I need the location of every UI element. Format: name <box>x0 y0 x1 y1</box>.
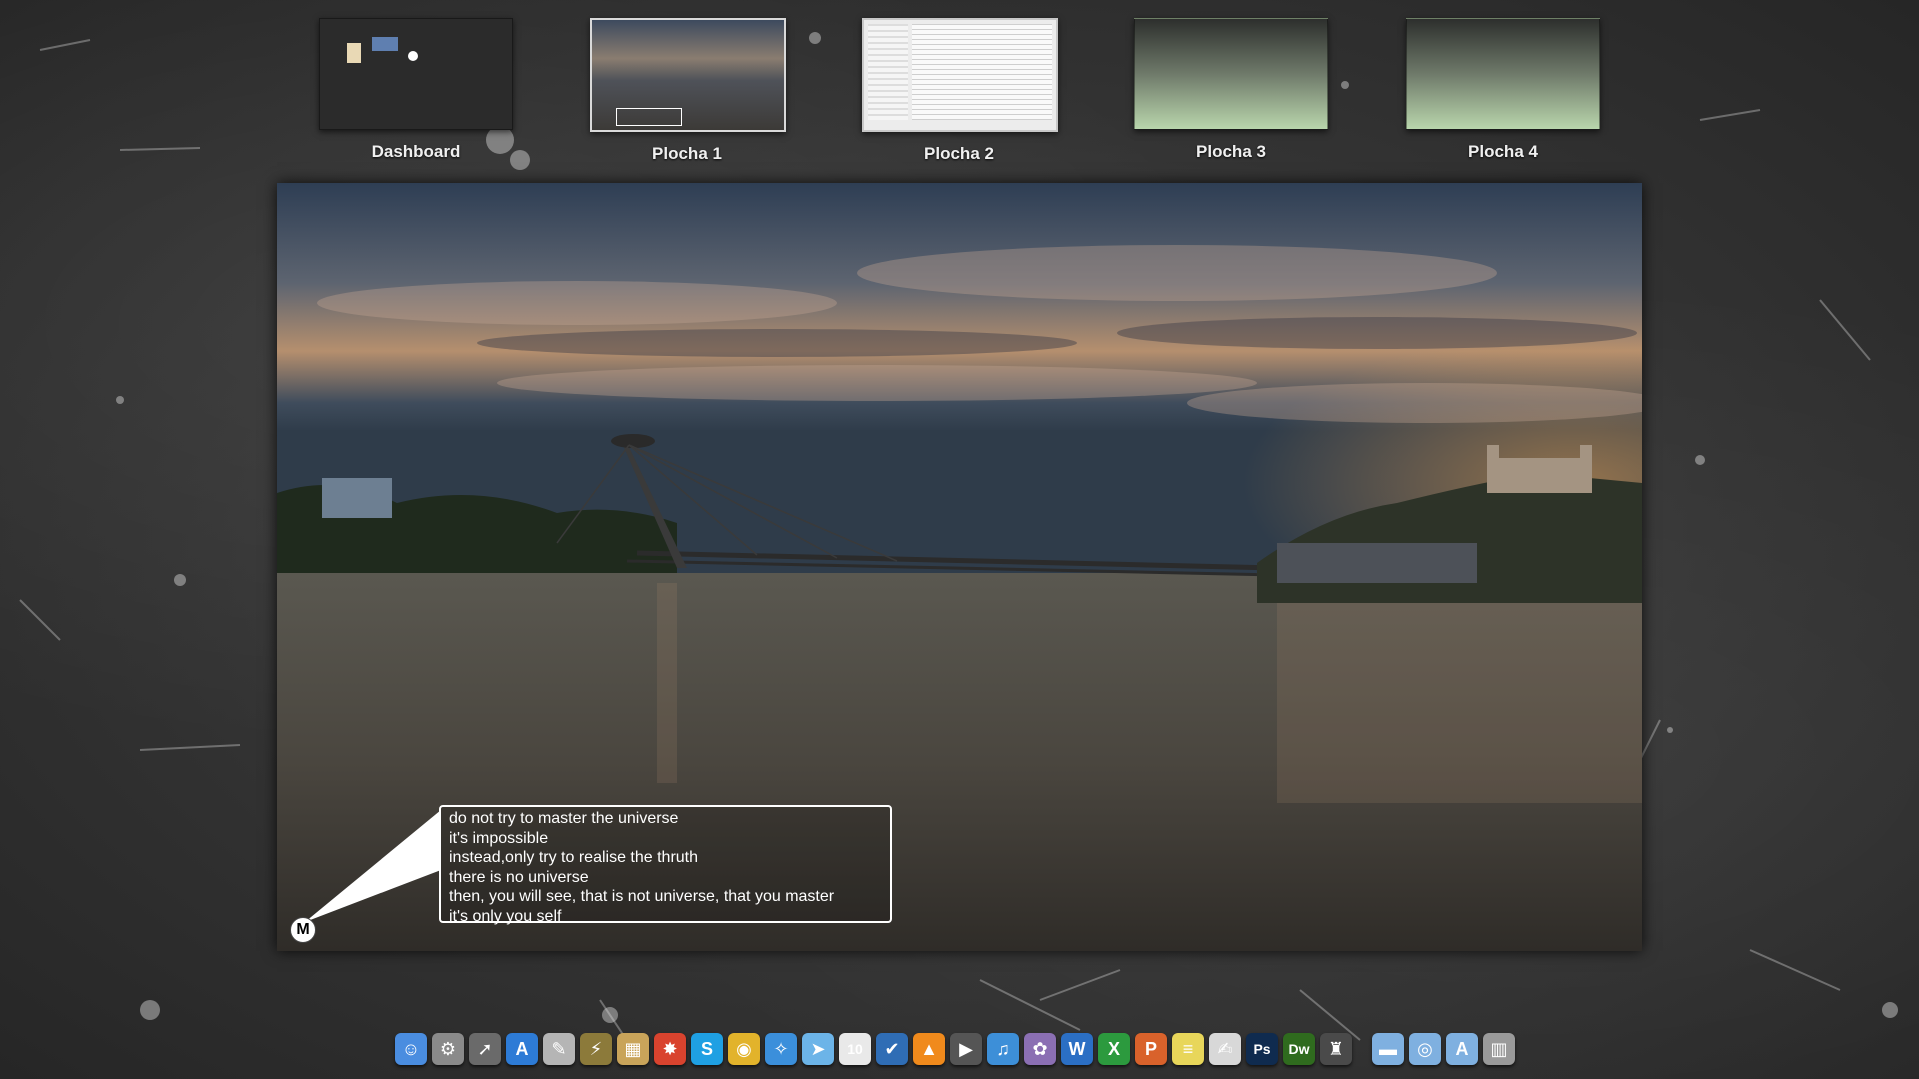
dreamweaver-icon[interactable]: Dw <box>1283 1033 1315 1065</box>
powerpoint-icon-glyph: P <box>1144 1038 1157 1059</box>
itunes-icon[interactable]: ♫ <box>987 1033 1019 1065</box>
quote-line: it's impossible <box>449 829 549 847</box>
photo-icon-glyph: ✿ <box>1032 1038 1048 1059</box>
quote-line: there is no universe <box>449 868 589 886</box>
skype-icon-glyph: S <box>700 1038 713 1059</box>
tasks-icon-glyph: ✔ <box>884 1038 900 1059</box>
dvd-player-icon[interactable]: ▶ <box>950 1033 982 1065</box>
launchpad-icon[interactable]: ➚ <box>469 1033 501 1065</box>
downloads-folder-icon-glyph: A <box>1455 1038 1469 1059</box>
quote-line: instead,only try to realise the thruth <box>449 849 699 866</box>
trash-icon-glyph: ▥ <box>1490 1038 1508 1059</box>
word-icon[interactable]: W <box>1061 1033 1093 1065</box>
script-editor-icon[interactable]: ✎ <box>543 1033 575 1065</box>
quote-line: then, you will see, that is not universe… <box>449 888 835 905</box>
star-app-icon-glyph: ✸ <box>662 1038 678 1059</box>
documents-folder-icon[interactable]: ◎ <box>1409 1033 1441 1065</box>
documents-folder-icon-glyph: ◎ <box>1417 1038 1433 1059</box>
stickies-icon[interactable]: ≡ <box>1172 1033 1204 1065</box>
skype-icon[interactable]: S <box>691 1033 723 1065</box>
powerpoint-icon[interactable]: P <box>1135 1033 1167 1065</box>
word-icon-glyph: W <box>1068 1038 1086 1059</box>
photo-icon[interactable]: ✿ <box>1024 1033 1056 1065</box>
dvd-player-icon-glyph: ▶ <box>959 1038 973 1059</box>
photoshop-icon[interactable]: Ps <box>1246 1033 1278 1065</box>
finder-icon-glyph: ☺ <box>401 1038 421 1059</box>
avatar-icon: M <box>290 917 316 943</box>
robot-icon[interactable]: ♜ <box>1320 1033 1352 1065</box>
stickies-icon-glyph: ≡ <box>1182 1038 1194 1059</box>
script-editor-icon-glyph: ✎ <box>551 1038 567 1059</box>
excel-icon-glyph: X <box>1107 1038 1120 1059</box>
mail-icon[interactable]: ➤ <box>802 1033 834 1065</box>
calendar-icon[interactable]: 10 <box>839 1033 871 1065</box>
dreamweaver-icon-glyph: Dw <box>1288 1041 1310 1057</box>
vlc-icon-glyph: ▲ <box>920 1038 938 1059</box>
archive-icon-glyph: ▦ <box>624 1038 642 1059</box>
applications-folder-icon-glyph: ▬ <box>1379 1038 1397 1059</box>
antenna-icon[interactable]: ⚡ <box>580 1033 612 1065</box>
mail-icon-glyph: ➤ <box>810 1038 826 1059</box>
quote-line: do not try to master the universe <box>449 810 679 827</box>
quote-line: it's only you self <box>449 907 562 925</box>
chrome-icon-glyph: ◉ <box>736 1038 752 1059</box>
vlc-icon[interactable]: ▲ <box>913 1033 945 1065</box>
safari-icon[interactable]: ✧ <box>765 1033 797 1065</box>
dock: ☺ ⚙ ➚ A ✎ ⚡ ▦ ✸ S ◉ ✧ ➤ 10 ✔ ▲ ▶ ♫ ✿ W X P ≡ ✍ Ps Dw ♜ ▬ ◎ A ▥ <box>395 1033 1515 1073</box>
safari-icon-glyph: ✧ <box>773 1038 789 1059</box>
tasks-icon[interactable]: ✔ <box>876 1033 908 1065</box>
app-store-icon[interactable]: A <box>506 1033 538 1065</box>
trash-icon[interactable]: ▥ <box>1483 1033 1515 1065</box>
itunes-icon-glyph: ♫ <box>996 1038 1010 1059</box>
applications-folder-icon[interactable]: ▬ <box>1372 1033 1404 1065</box>
star-app-icon[interactable]: ✸ <box>654 1033 686 1065</box>
downloads-folder-icon[interactable]: A <box>1446 1033 1478 1065</box>
calendar-icon-glyph: 10 <box>847 1041 863 1057</box>
chrome-icon[interactable]: ◉ <box>728 1033 760 1065</box>
robot-icon-glyph: ♜ <box>1327 1038 1345 1059</box>
system-preferences-icon-glyph: ⚙ <box>439 1038 457 1059</box>
system-preferences-icon[interactable]: ⚙ <box>432 1033 464 1065</box>
textedit-icon-glyph: ✍ <box>1217 1038 1233 1059</box>
quote-pointer <box>305 810 441 922</box>
antenna-icon-glyph: ⚡ <box>589 1038 603 1059</box>
photoshop-icon-glyph: Ps <box>1253 1041 1271 1057</box>
app-store-icon-glyph: A <box>515 1038 529 1059</box>
quote-box: do not try to master the universe it's i… <box>439 805 892 925</box>
dock-separator <box>1357 1033 1367 1073</box>
textedit-icon[interactable]: ✍ <box>1209 1033 1241 1065</box>
launchpad-icon-glyph: ➚ <box>477 1038 493 1059</box>
excel-icon[interactable]: X <box>1098 1033 1130 1065</box>
archive-icon[interactable]: ▦ <box>617 1033 649 1065</box>
finder-icon[interactable]: ☺ <box>395 1033 427 1065</box>
